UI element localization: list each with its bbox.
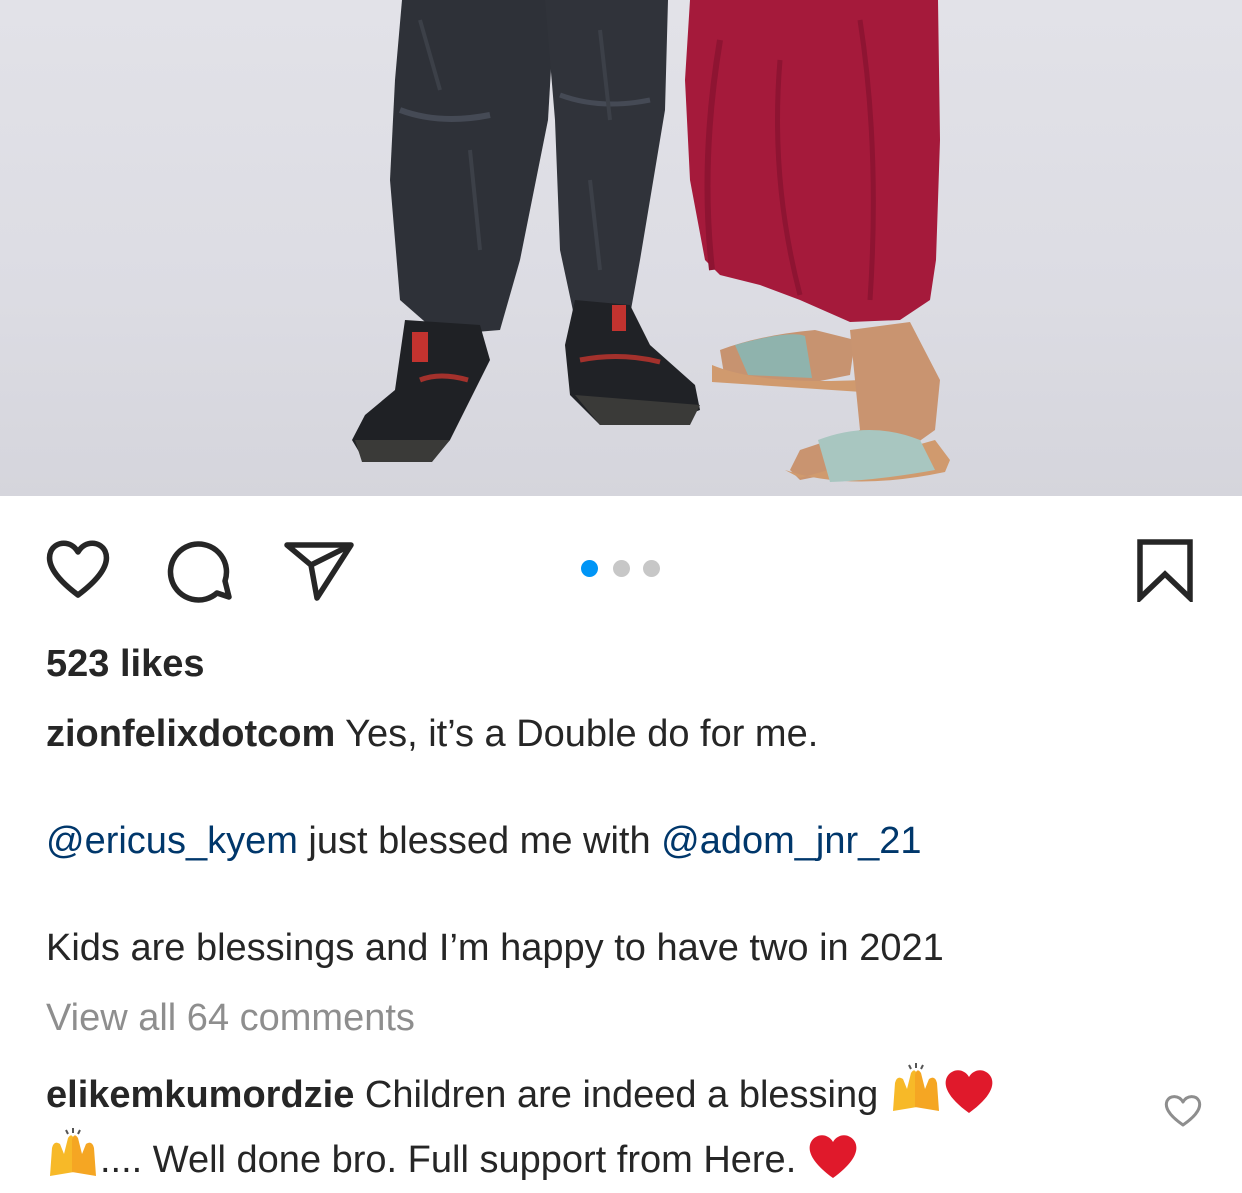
heart-outline-icon[interactable] [1164,1094,1202,1133]
caption-text: Yes, it’s a Double do for me. [335,713,819,755]
carousel-dot [613,560,630,577]
comment-text: .... Well done bro. Full support from He… [100,1139,807,1181]
mention-link[interactable]: @ericus_kyem [46,820,298,862]
likes-count[interactable]: 523 likes [46,643,204,686]
paper-plane-icon[interactable] [283,540,355,607]
red-heart-emoji [807,1132,859,1193]
post-image[interactable] [0,0,1242,496]
caption-line-2: @ericus_kyem just blessed me with @adom_… [46,820,922,863]
carousel-dot-active [581,560,598,577]
heart-icon[interactable] [45,538,111,605]
caption-line-3: Kids are blessings and I’m happy to have… [46,927,944,969]
bookmark-icon[interactable] [1136,538,1194,607]
caption-line-1: zionfelixdotcom Yes, it’s a Double do fo… [46,713,818,756]
raising-hands-emoji [46,1128,100,1193]
post-photo-illustration [352,0,950,482]
comment-text: Children are indeed a blessing [354,1074,889,1116]
mention-link[interactable]: @adom_jnr_21 [661,820,921,862]
comment: elikemkumordzie Children are indeed a bl… [46,1063,1126,1193]
raising-hands-emoji [889,1063,943,1128]
carousel-dot [643,560,660,577]
view-all-comments-link[interactable]: View all 64 comments [46,997,415,1040]
comment-username[interactable]: elikemkumordzie [46,1074,354,1116]
red-heart-emoji [943,1067,995,1128]
caption-username[interactable]: zionfelixdotcom [46,713,335,755]
comment-bubble-icon[interactable] [165,537,233,608]
caption-text: just blessed me with [297,820,662,862]
